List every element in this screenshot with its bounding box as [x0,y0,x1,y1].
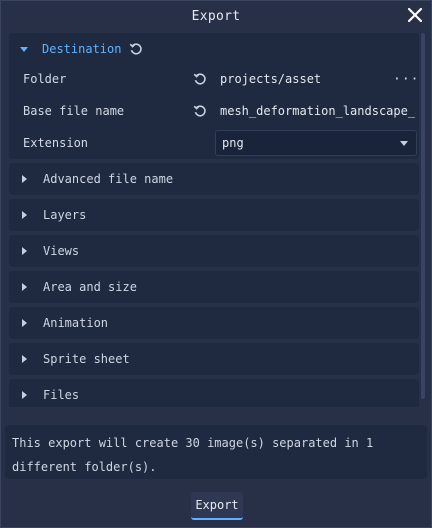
close-icon[interactable] [406,6,424,24]
expand-arrow-icon [22,283,27,291]
export-summary: This export will create 30 image(s) sepa… [5,425,427,479]
section-sprite-sheet-label: Sprite sheet [43,352,130,366]
extension-select[interactable]: png [215,130,417,156]
collapse-arrow-icon [20,46,28,52]
reset-icon[interactable] [129,42,143,56]
folder-row: Folder projects/asset ··· [9,65,419,93]
expand-arrow-icon [22,175,27,183]
section-animation-label: Animation [43,316,109,330]
section-advanced-file-name[interactable]: Advanced file name [9,163,419,195]
section-layers-header[interactable]: Layers [9,199,419,231]
extension-label: Extension [23,136,89,150]
section-destination: Destination Folder projects/asset ··· Ba… [9,33,419,159]
section-files-header[interactable]: Files [9,379,419,407]
section-area-and-size[interactable]: Area and size [9,271,419,303]
title-bar: Export [1,1,431,31]
section-views-label: Views [43,244,80,258]
folder-path-field[interactable]: projects/asset [220,72,410,86]
base-file-name-reset-icon[interactable] [193,104,207,118]
section-files[interactable]: Files [9,379,419,407]
section-advanced-file-name-header[interactable]: Advanced file name [9,163,419,195]
expand-arrow-icon [22,355,27,363]
folder-reset-icon[interactable] [193,72,207,86]
expand-arrow-icon [22,211,27,219]
folder-label: Folder [23,72,67,86]
section-advanced-file-name-label: Advanced file name [43,172,174,186]
section-layers[interactable]: Layers [9,199,419,231]
expand-arrow-icon [22,391,27,399]
section-animation[interactable]: Animation [9,307,419,339]
section-destination-label: Destination [42,42,122,56]
options-panel: Destination Folder projects/asset ··· Ba… [9,33,419,407]
section-sprite-sheet[interactable]: Sprite sheet [9,343,419,375]
section-views[interactable]: Views [9,235,419,267]
base-file-name-field[interactable]: mesh_deformation_landscape_a [220,104,416,118]
section-sprite-sheet-header[interactable]: Sprite sheet [9,343,419,375]
section-views-header[interactable]: Views [9,235,419,267]
section-files-label: Files [43,388,80,402]
dialog-title: Export [191,8,241,24]
section-layers-label: Layers [43,208,87,222]
export-dialog: Export Destination Folder projects/asset… [0,0,432,528]
extension-select-value: png [222,136,244,150]
section-area-and-size-header[interactable]: Area and size [9,271,419,303]
section-destination-header[interactable]: Destination [9,33,419,65]
base-file-name-row: Base file name mesh_deformation_landscap… [9,97,419,125]
section-animation-header[interactable]: Animation [9,307,419,339]
expand-arrow-icon [22,247,27,255]
expand-arrow-icon [22,319,27,327]
base-file-name-label: Base file name [23,104,125,118]
browse-folder-button[interactable]: ··· [393,72,419,87]
scrollbar[interactable] [421,33,425,399]
chevron-down-icon [400,141,408,146]
section-area-and-size-label: Area and size [43,280,137,294]
export-button[interactable]: Export [191,492,243,520]
